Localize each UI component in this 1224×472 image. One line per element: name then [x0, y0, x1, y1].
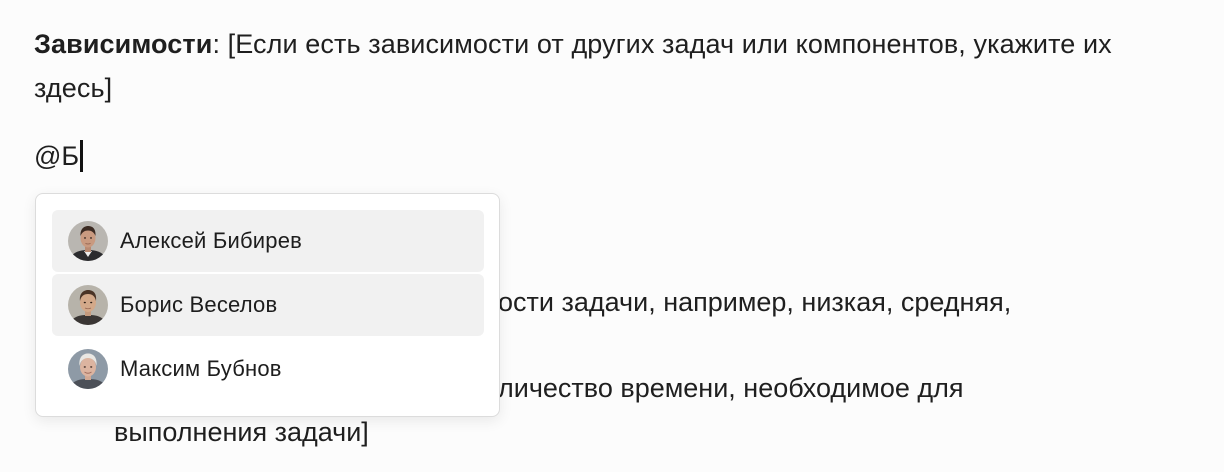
avatar-boris [68, 285, 108, 325]
estimate-line-fragment: личество времени, необходимое для [498, 373, 964, 403]
mention-option[interactable]: Максим Бубнов [52, 338, 484, 400]
mention-option[interactable]: Борис Веселов [52, 274, 484, 336]
document-editor[interactable]: Зависимости: [Если есть зависимости от д… [0, 0, 1224, 472]
avatar-maksim [68, 349, 108, 389]
mention-option-name: Борис Веселов [120, 292, 278, 317]
mention-query[interactable]: @Б [34, 134, 79, 178]
avatar-aleksey [68, 221, 108, 261]
priority-line-fragment: ости задачи, например, низкая, средняя, [498, 287, 1012, 317]
mention-input-line[interactable]: @Б [34, 134, 84, 178]
dependencies-paragraph: Зависимости: [Если есть зависимости от д… [34, 22, 1194, 110]
text-caret [80, 140, 84, 172]
mention-option[interactable]: Алексей Бибирев [52, 210, 484, 272]
mention-option-name: Максим Бубнов [120, 356, 282, 381]
mention-suggestions-dropdown: Алексей Бибирев Борис Веселов Максим Буб… [35, 193, 500, 417]
dependencies-label: Зависимости [34, 29, 213, 59]
mention-option-name: Алексей Бибирев [120, 228, 303, 253]
